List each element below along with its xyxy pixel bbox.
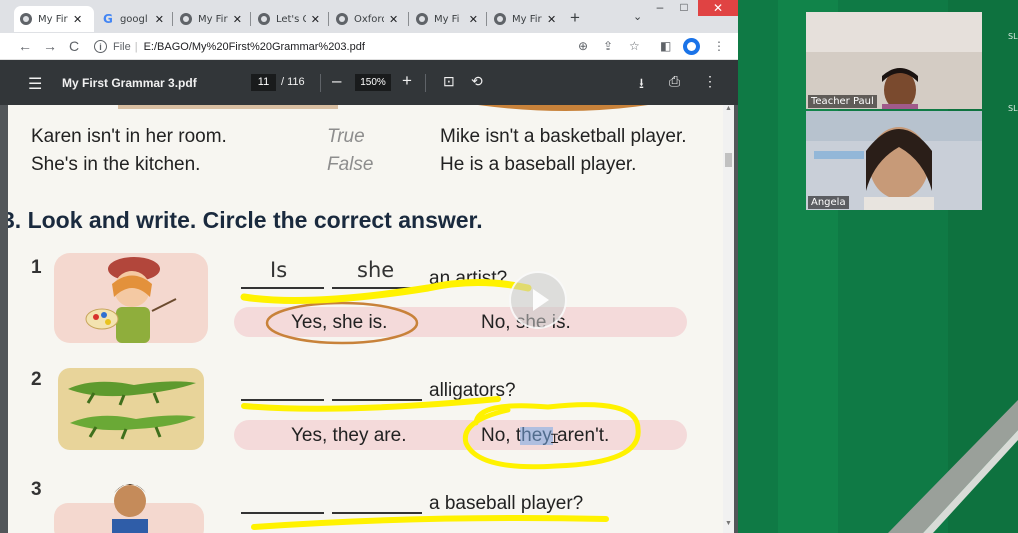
scrollbar-thumb[interactable] bbox=[725, 153, 732, 167]
play-button[interactable] bbox=[509, 271, 567, 329]
annotation-layer bbox=[240, 279, 641, 530]
forward-icon[interactable]: → bbox=[43, 38, 57, 54]
profile-avatar[interactable] bbox=[683, 38, 700, 55]
video-tile-teacher[interactable]: Teacher Paul bbox=[806, 12, 982, 109]
tab-6[interactable]: My Fi ✕ bbox=[410, 6, 484, 32]
more-options-icon[interactable]: ⋮ bbox=[703, 73, 717, 90]
edge-label: SL bbox=[1008, 32, 1018, 41]
address-bar: ← → C i File | E:/BAGO/My%20First%20Gram… bbox=[0, 33, 738, 60]
zoom-level-input[interactable]: 150% bbox=[355, 74, 391, 91]
zoom-in-icon[interactable]: + bbox=[402, 71, 412, 91]
fit-page-icon[interactable]: ⊡ bbox=[443, 73, 455, 90]
print-icon[interactable]: ⎙ bbox=[669, 73, 680, 90]
hamburger-menu-icon[interactable]: ☰ bbox=[28, 74, 42, 94]
tab-separator bbox=[172, 12, 173, 26]
close-tab-icon[interactable]: ✕ bbox=[469, 13, 478, 26]
pdf-scrollbar[interactable]: ▲ ▼ bbox=[723, 105, 734, 533]
yellow-underline bbox=[251, 515, 609, 530]
tab-label: googl bbox=[119, 13, 148, 25]
close-tab-icon[interactable]: ✕ bbox=[389, 13, 398, 26]
page-total: / 116 bbox=[281, 76, 305, 88]
close-tab-icon[interactable]: ✕ bbox=[311, 13, 320, 26]
yellow-underline bbox=[240, 279, 532, 304]
participant-name: Teacher Paul bbox=[808, 95, 877, 108]
tab-strip: My Firs ✕ G googl ✕ My Fir ✕ Let's C ✕ bbox=[0, 0, 738, 33]
download-icon[interactable]: ⭳ bbox=[639, 73, 644, 97]
close-tab-icon[interactable]: ✕ bbox=[233, 13, 242, 26]
url-field[interactable]: i File | E:/BAGO/My%20First%20Grammar%20… bbox=[94, 36, 654, 57]
screen: My Firs ✕ G googl ✕ My Fir ✕ Let's C ✕ bbox=[0, 0, 1018, 533]
url-text: E:/BAGO/My%20First%20Grammar%203.pdf bbox=[143, 40, 365, 53]
site-info-icon[interactable]: i bbox=[94, 40, 107, 53]
divider: | bbox=[134, 40, 138, 53]
browser-window: My Firs ✕ G googl ✕ My Fir ✕ Let's C ✕ bbox=[0, 0, 738, 533]
participant-name: Angela bbox=[808, 196, 849, 209]
globe-icon bbox=[494, 13, 506, 25]
tab-separator bbox=[486, 12, 487, 26]
pdf-page: Karen isn't in her room. True Mike isn't… bbox=[8, 105, 725, 533]
tab-label: My Fi bbox=[433, 13, 460, 25]
google-icon: G bbox=[103, 12, 113, 26]
window-close-button[interactable]: ✕ bbox=[698, 0, 738, 16]
divider bbox=[320, 74, 321, 92]
back-icon[interactable]: ← bbox=[18, 38, 32, 54]
tab-4[interactable]: Let's C ✕ bbox=[252, 6, 326, 32]
scheme-label: File bbox=[113, 40, 131, 53]
globe-icon bbox=[20, 13, 32, 25]
pdf-title: My First Grammar 3.pdf bbox=[62, 76, 197, 90]
divider bbox=[425, 74, 426, 92]
browser-menu-icon[interactable]: ⋮ bbox=[713, 39, 725, 53]
tab-separator bbox=[328, 12, 329, 26]
tab-label: Let's C bbox=[275, 13, 306, 25]
page-number-input[interactable]: 11 bbox=[251, 74, 276, 91]
tab-5[interactable]: Oxford ✕ bbox=[330, 6, 406, 32]
tab-separator bbox=[408, 12, 409, 26]
text-cursor-icon: Ɪ bbox=[551, 431, 559, 446]
zoom-icon[interactable]: ⊕ bbox=[578, 39, 588, 53]
tab-search-chevron-icon[interactable]: ⌄ bbox=[633, 10, 642, 23]
globe-icon bbox=[180, 13, 192, 25]
tab-3[interactable]: My Fir ✕ bbox=[174, 6, 248, 32]
new-tab-button[interactable]: + bbox=[570, 8, 580, 28]
minimize-icon[interactable]: – bbox=[650, 0, 670, 16]
scroll-down-icon[interactable]: ▼ bbox=[723, 520, 734, 527]
globe-icon bbox=[258, 13, 270, 25]
side-panel-icon[interactable]: ◧ bbox=[660, 39, 671, 53]
globe-icon bbox=[416, 13, 428, 25]
tab-1[interactable]: My Firs ✕ bbox=[14, 6, 94, 32]
share-icon[interactable]: ⇪ bbox=[603, 39, 613, 53]
bookmark-star-icon[interactable]: ☆ bbox=[629, 39, 640, 53]
yellow-underline bbox=[241, 396, 501, 412]
tab-label: My Firs bbox=[38, 13, 68, 25]
pdf-viewport[interactable]: Karen isn't in her room. True Mike isn't… bbox=[0, 105, 738, 533]
zoom-out-icon[interactable]: – bbox=[332, 71, 341, 91]
tab-label: My Fir bbox=[512, 13, 542, 25]
pdf-toolbar: ☰ My First Grammar 3.pdf 11 / 116 – 150%… bbox=[0, 60, 738, 105]
edge-label: SL bbox=[1008, 104, 1018, 113]
close-tab-icon[interactable]: ✕ bbox=[155, 13, 164, 26]
scroll-up-icon[interactable]: ▲ bbox=[723, 105, 734, 112]
globe-icon bbox=[336, 13, 348, 25]
tab-7[interactable]: My Fir ✕ bbox=[488, 6, 564, 32]
tab-separator bbox=[250, 12, 251, 26]
tab-2[interactable]: G googl ✕ bbox=[96, 6, 170, 32]
maximize-icon[interactable]: □ bbox=[674, 0, 694, 16]
close-tab-icon[interactable]: ✕ bbox=[73, 13, 82, 26]
reload-icon[interactable]: C bbox=[69, 38, 79, 54]
tab-label: My Fir bbox=[197, 13, 228, 25]
rotate-icon[interactable]: ⟲ bbox=[471, 73, 483, 90]
answer-circle bbox=[265, 301, 419, 345]
video-tile-student[interactable]: Angela bbox=[806, 111, 982, 210]
tab-label: Oxford bbox=[354, 13, 384, 25]
close-tab-icon[interactable]: ✕ bbox=[547, 13, 556, 26]
